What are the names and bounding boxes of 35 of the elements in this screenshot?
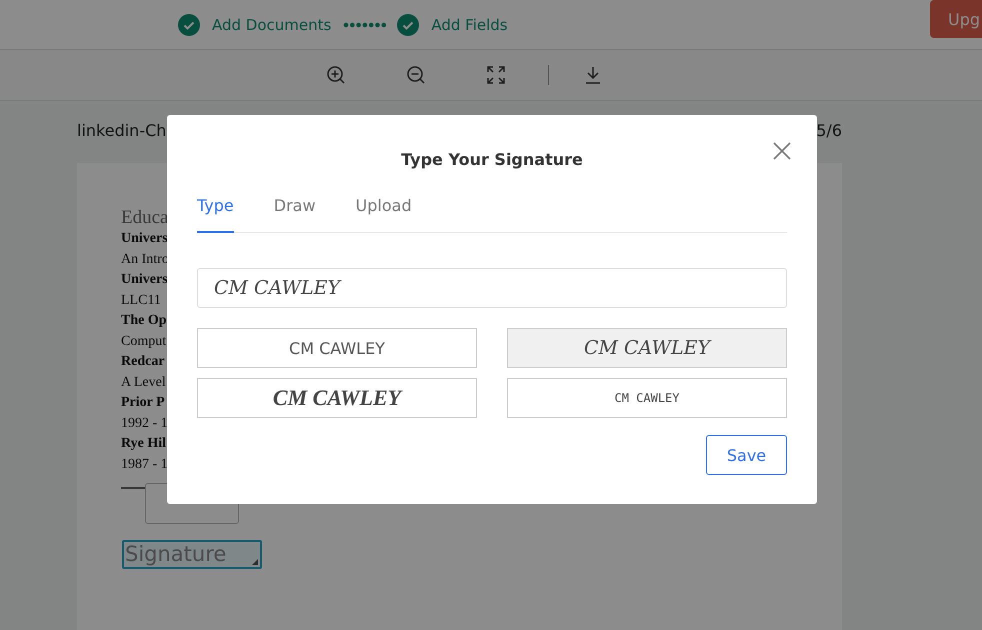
signature-style-option[interactable]: CM CAWLEY (507, 328, 787, 368)
document-text: Univers (121, 230, 168, 248)
tab[interactable]: Type (197, 195, 234, 233)
document-text: Comput (121, 332, 166, 350)
signature-field[interactable]: Signature (122, 540, 262, 569)
document-text: Prior P (121, 394, 165, 412)
document-text: Univers (121, 271, 168, 289)
signature-style-option[interactable]: CM CAWLEY (197, 328, 477, 368)
page-counter: 5/6 (816, 121, 842, 142)
document-text: Rye Hil (121, 435, 166, 453)
step-label[interactable]: Add Documents (212, 16, 332, 34)
document-text: LLC11 (121, 292, 161, 310)
upgrade-button[interactable]: Upg (930, 0, 982, 38)
document-name: linkedin-Ch (77, 121, 166, 142)
signature-style-option[interactable]: CM CAWLEY (197, 378, 477, 418)
close-icon[interactable] (773, 142, 791, 160)
zoom-out-icon[interactable] (406, 65, 426, 85)
tab[interactable]: Draw (274, 195, 316, 233)
step-label[interactable]: Add Fields (431, 16, 508, 34)
document-text: 1987 - 1 (121, 456, 168, 474)
save-button[interactable]: Save (706, 435, 787, 475)
dialog-title: Type Your Signature (400, 150, 584, 170)
document-text: The Op (121, 312, 167, 330)
document-text: A Level (121, 374, 166, 392)
signature-style-option[interactable]: CM CAWLEY (507, 378, 787, 418)
document-text: 1992 - 1 (121, 414, 168, 432)
download-icon[interactable] (583, 65, 603, 85)
step-connector (343, 22, 388, 28)
signature-input[interactable]: CM CAWLEY (197, 268, 787, 308)
fullscreen-icon[interactable] (486, 65, 506, 85)
tab[interactable]: Upload (356, 195, 412, 233)
document-text: Educa (121, 207, 168, 229)
document-text: Redcar (121, 353, 165, 371)
zoom-in-icon[interactable] (326, 65, 346, 85)
resize-handle-icon[interactable] (252, 559, 258, 565)
